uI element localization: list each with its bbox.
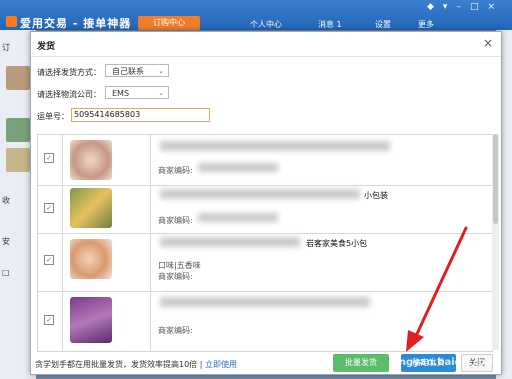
watermark: jingyan.baidu.com — [392, 357, 496, 368]
annotation-arrow-icon — [406, 226, 468, 352]
